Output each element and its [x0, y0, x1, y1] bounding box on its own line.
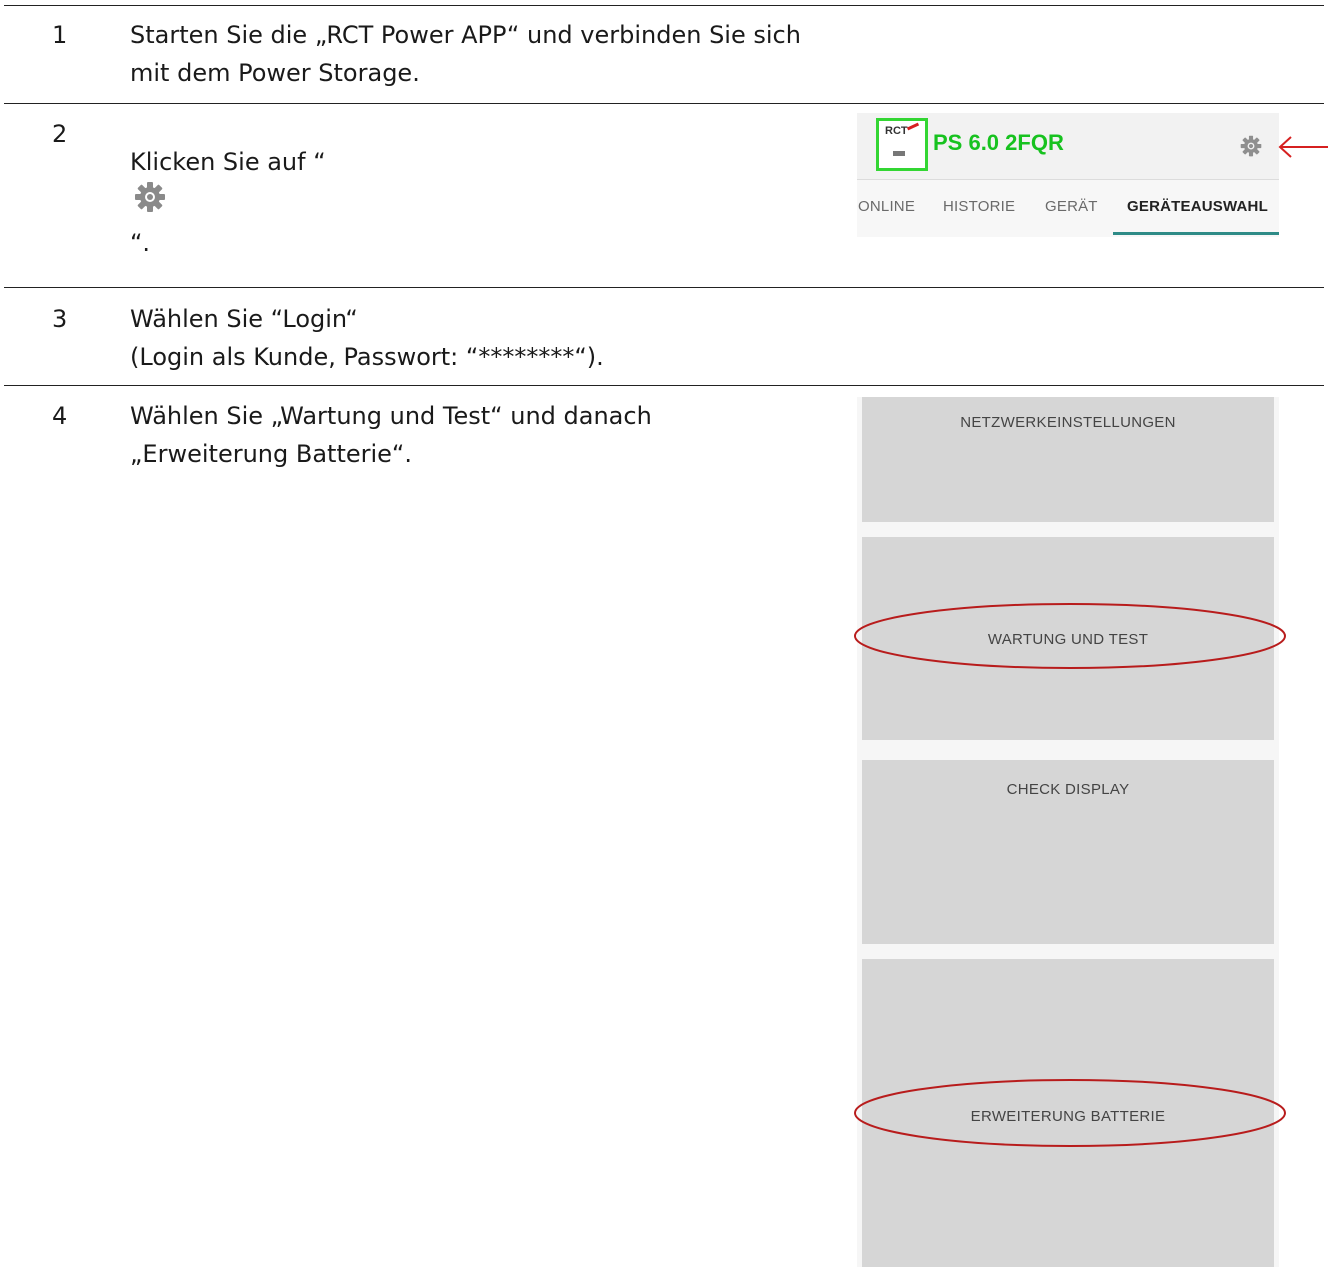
step-line: Wählen Sie „Wartung und Test“ und danach: [130, 402, 652, 430]
step-text-before: Klicken Sie auf “: [130, 148, 326, 176]
logo-flag: [906, 122, 920, 131]
step-line: (Login als Kunde, Passwort: “********“).: [130, 343, 604, 371]
step-text: Wählen Sie “Login“ (Login als Kunde, Pas…: [130, 300, 604, 376]
gear-icon: [134, 181, 322, 224]
step-number: 1: [52, 21, 68, 49]
divider: [4, 103, 1324, 104]
tab-geraeteauswahl[interactable]: GERÄTEAUSWAHL: [1127, 198, 1268, 215]
tab-online[interactable]: ONLINE: [858, 198, 915, 215]
divider: [4, 5, 1324, 6]
menu-card-netzwerkeinstellungen[interactable]: NETZWERKEINSTELLUNGEN: [862, 397, 1274, 522]
step-number: 2: [52, 120, 68, 148]
rct-logo: RCT: [876, 118, 928, 171]
active-tab-indicator: [1113, 232, 1279, 235]
gear-icon[interactable]: [1240, 135, 1262, 161]
step-line: Wählen Sie “Login“: [130, 305, 358, 333]
app-toolbar: RCT PS 6.0 2FQR: [857, 113, 1279, 180]
step-number: 3: [52, 305, 68, 333]
step-text: Starten Sie die „RCT Power APP“ und verb…: [130, 16, 801, 92]
highlight-oval: [854, 603, 1286, 669]
menu-card-check-display[interactable]: CHECK DISPLAY: [862, 760, 1274, 944]
step-text: Wählen Sie „Wartung und Test“ und danach…: [130, 397, 652, 473]
highlight-oval: [854, 1079, 1286, 1147]
step-line: „Erweiterung Batterie“.: [130, 440, 412, 468]
menu-card-label: NETZWERKEINSTELLUNGEN: [960, 414, 1176, 431]
divider: [4, 287, 1324, 288]
menu-card-label: CHECK DISPLAY: [1006, 781, 1130, 798]
step-text: Klicken Sie auf “ “.: [130, 143, 326, 262]
device-name: PS 6.0 2FQR: [933, 130, 1064, 155]
step-line: mit dem Power Storage.: [130, 59, 420, 87]
divider: [4, 385, 1324, 386]
step-text-after: “.: [130, 229, 151, 257]
left-arrow-icon: [1276, 134, 1330, 164]
step-line: Starten Sie die „RCT Power APP“ und verb…: [130, 21, 801, 49]
logo-text: RCT: [885, 125, 908, 137]
logo-chip: [893, 151, 905, 156]
app-header-screenshot: RCT PS 6.0 2FQR ONLINE HISTORIE GERÄT GE…: [857, 113, 1279, 237]
step-number: 4: [52, 402, 68, 430]
tab-historie[interactable]: HISTORIE: [943, 198, 1015, 215]
tab-bar: ONLINE HISTORIE GERÄT GERÄTEAUSWAHL: [857, 180, 1279, 236]
tab-geraet[interactable]: GERÄT: [1045, 198, 1098, 215]
